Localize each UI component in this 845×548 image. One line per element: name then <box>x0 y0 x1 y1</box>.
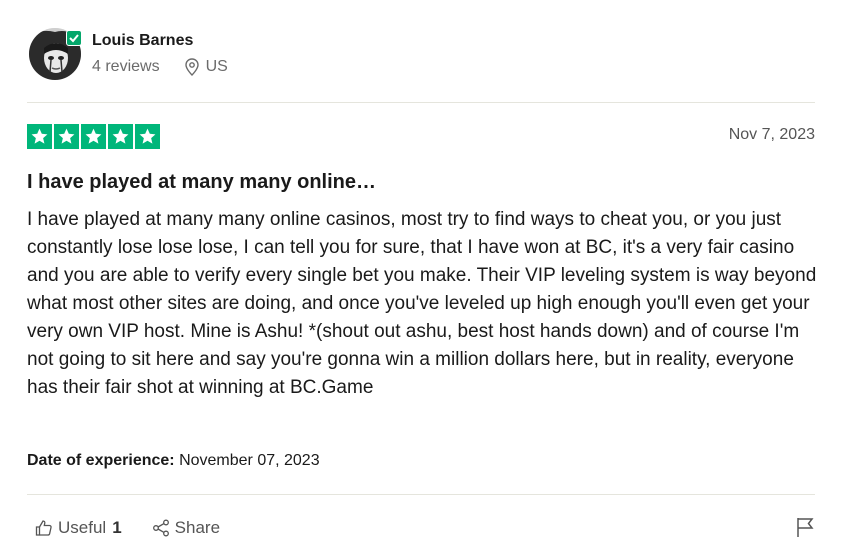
star-icon <box>27 124 52 149</box>
thumbs-up-icon <box>35 520 52 536</box>
review-body: I have played at many many online casino… <box>27 209 817 398</box>
location-pin-icon <box>184 58 199 76</box>
share-button[interactable]: Share <box>152 518 220 538</box>
divider <box>27 102 815 103</box>
flag-icon <box>797 518 814 537</box>
reviews-count: 4 reviews <box>92 58 160 75</box>
review-card: Louis Barnes 4 reviews US Nov 7, 2023 I … <box>27 0 817 548</box>
useful-button[interactable]: Useful 1 <box>35 518 122 538</box>
reviewer-meta: 4 reviews US <box>92 58 228 76</box>
review-actions: Useful 1 Share <box>27 514 815 542</box>
useful-count: 1 <box>112 518 122 537</box>
date-of-experience: Date of experience: November 07, 2023 <box>27 452 320 470</box>
check-badge-icon <box>66 30 82 46</box>
star-icon <box>54 124 79 149</box>
star-icon <box>135 124 160 149</box>
star-icon <box>108 124 133 149</box>
review-date: Nov 7, 2023 <box>728 126 815 143</box>
report-button[interactable] <box>795 516 815 543</box>
star-icon <box>81 124 106 149</box>
star-rating <box>27 124 160 149</box>
divider <box>27 494 815 495</box>
reviewer-name[interactable]: Louis Barnes <box>92 32 193 50</box>
reviewer-country: US <box>205 58 228 75</box>
useful-label: Useful <box>58 518 107 537</box>
reviewer-header: Louis Barnes 4 reviews US <box>27 26 815 86</box>
experience-label: Date of experience: <box>27 452 175 469</box>
share-label: Share <box>174 518 221 537</box>
experience-date: November 07, 2023 <box>179 452 320 469</box>
share-icon <box>152 519 169 537</box>
review-title[interactable]: I have played at many many online… <box>27 171 376 194</box>
